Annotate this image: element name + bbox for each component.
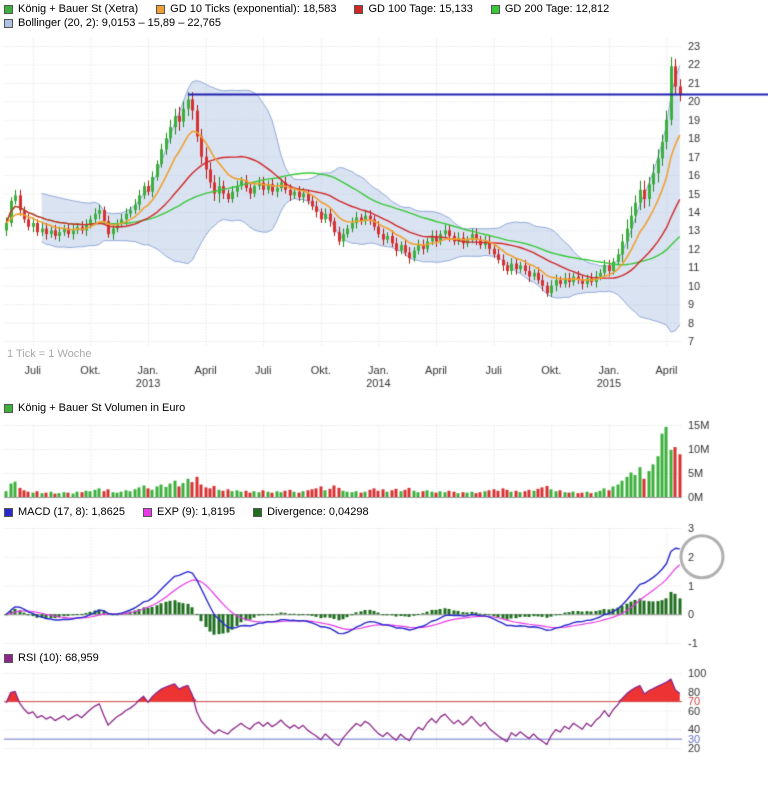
series-color-swatch: [156, 5, 165, 14]
volume-chart-canvas[interactable]: [0, 416, 768, 510]
legend-item-label: GD 200 Tage: 12,812: [505, 3, 609, 15]
series-color-swatch: [4, 19, 13, 28]
series-color-swatch: [4, 404, 13, 413]
rsi-legend: RSI (10): 68,959: [4, 652, 99, 664]
legend-item-gd100: GD 100 Tage: 15,133: [354, 3, 472, 15]
legend-item-macd: MACD (17, 8): 1,8625: [4, 506, 125, 518]
series-color-swatch: [491, 5, 500, 14]
series-color-swatch: [143, 508, 152, 517]
macd-chart-canvas[interactable]: [0, 520, 768, 658]
volume-legend: König + Bauer St Volumen in Euro: [4, 402, 185, 414]
price-chart-canvas[interactable]: [0, 32, 768, 398]
tick-scale-note: 1 Tick = 1 Woche: [7, 348, 91, 360]
series-color-swatch: [4, 5, 13, 14]
price-legend-row-2: Bollinger (20, 2): 9,0153 – 15,89 – 22,7…: [4, 17, 221, 29]
legend-item-gd10: GD 10 Ticks (exponential): 18,583: [156, 3, 336, 15]
legend-item-label: Bollinger (20, 2): 9,0153 – 15,89 – 22,7…: [18, 17, 221, 29]
legend-item-divergence: Divergence: 0,04298: [253, 506, 369, 518]
series-color-swatch: [354, 5, 363, 14]
stock-chart-page: König + Bauer St (Xetra) GD 10 Ticks (ex…: [0, 0, 768, 796]
series-color-swatch: [4, 508, 13, 517]
legend-item-gd200: GD 200 Tage: 12,812: [491, 3, 609, 15]
legend-item-label: König + Bauer St (Xetra): [18, 3, 138, 15]
legend-item-label: König + Bauer St Volumen in Euro: [18, 402, 185, 414]
legend-item-bollinger: Bollinger (20, 2): 9,0153 – 15,89 – 22,7…: [4, 17, 221, 29]
series-color-swatch: [4, 654, 13, 663]
rsi-chart-canvas[interactable]: [0, 664, 768, 796]
legend-item-label: EXP (9): 1,8195: [157, 506, 235, 518]
legend-item-label: RSI (10): 68,959: [18, 652, 99, 664]
legend-item-label: MACD (17, 8): 1,8625: [18, 506, 125, 518]
legend-item-volume: König + Bauer St Volumen in Euro: [4, 402, 185, 414]
price-legend-row-1: König + Bauer St (Xetra) GD 10 Ticks (ex…: [4, 3, 609, 15]
legend-item-label: GD 100 Tage: 15,133: [368, 3, 472, 15]
legend-item-price-series: König + Bauer St (Xetra): [4, 3, 138, 15]
legend-item-label: GD 10 Ticks (exponential): 18,583: [170, 3, 336, 15]
legend-item-exp: EXP (9): 1,8195: [143, 506, 235, 518]
legend-item-label: Divergence: 0,04298: [267, 506, 369, 518]
macd-legend: MACD (17, 8): 1,8625 EXP (9): 1,8195 Div…: [4, 506, 369, 518]
series-color-swatch: [253, 508, 262, 517]
legend-item-rsi: RSI (10): 68,959: [4, 652, 99, 664]
